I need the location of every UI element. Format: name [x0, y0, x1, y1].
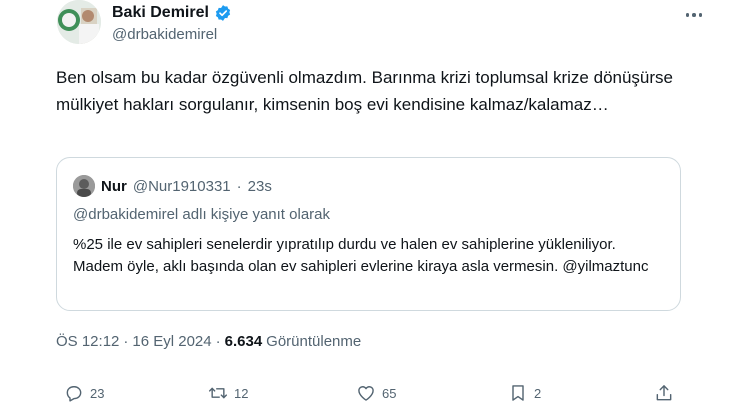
more-options-icon[interactable] [681, 4, 707, 26]
tweet-time[interactable]: ÖS 12:12 [56, 333, 119, 350]
views-count: 6.634 [224, 333, 263, 350]
bookmark-count: 2 [534, 385, 542, 401]
quoted-tweet[interactable]: Nur @Nur1910331 · 23s @drbakidemirel adl… [56, 157, 681, 311]
reply-context: @drbakidemirel adlı kişiye yanıt olarak [73, 206, 330, 223]
reply-icon [64, 383, 84, 403]
separator-dot: · [236, 177, 242, 195]
share-icon [654, 383, 674, 403]
separator-dot: · [215, 333, 221, 350]
separator-dot: · [123, 333, 129, 350]
reply-context-suffix: adlı kişiye yanıt olarak [178, 206, 331, 223]
quoted-author-name[interactable]: Nur [101, 178, 127, 195]
retweet-icon [208, 383, 228, 403]
author-display-name[interactable]: Baki Demirel [112, 4, 209, 22]
retweet-count: 12 [234, 385, 249, 401]
quoted-author-avatar[interactable] [73, 175, 95, 197]
quoted-tweet-text: %25 ile ev sahipleri senelerdir yıpratıl… [73, 236, 649, 275]
bookmark-button[interactable]: 2 [508, 383, 541, 403]
author-name-row: Baki Demirel [112, 4, 232, 22]
quoted-tweet-time[interactable]: 23s [248, 178, 272, 195]
quoted-author-handle[interactable]: @Nur1910331 [133, 178, 231, 195]
views-label: Görüntülenme [266, 333, 362, 350]
retweet-button[interactable]: 12 [208, 383, 248, 403]
verified-badge-icon [214, 4, 232, 22]
share-button[interactable] [654, 383, 674, 403]
tweet-text: Ben olsam bu kadar özgüvenli olmazdım. B… [56, 68, 673, 114]
reply-count: 23 [90, 385, 105, 401]
like-icon [356, 383, 376, 403]
author-avatar[interactable] [57, 0, 101, 44]
author-handle[interactable]: @drbakidemirel [112, 26, 217, 43]
quoted-tweet-header: Nur @Nur1910331 · 23s [73, 175, 272, 197]
reply-mention[interactable]: @drbakidemirel [73, 206, 178, 223]
tweet-date[interactable]: 16 Eyl 2024 [132, 333, 211, 350]
like-button[interactable]: 65 [356, 383, 396, 403]
tweet-metadata: ÖS 12:12 · 16 Eyl 2024 · 6.634 Görüntüle… [56, 333, 361, 350]
bookmark-icon [508, 383, 528, 403]
like-count: 65 [382, 385, 397, 401]
reply-button[interactable]: 23 [64, 383, 104, 403]
action-bar: 23 12 65 2 [56, 383, 676, 411]
